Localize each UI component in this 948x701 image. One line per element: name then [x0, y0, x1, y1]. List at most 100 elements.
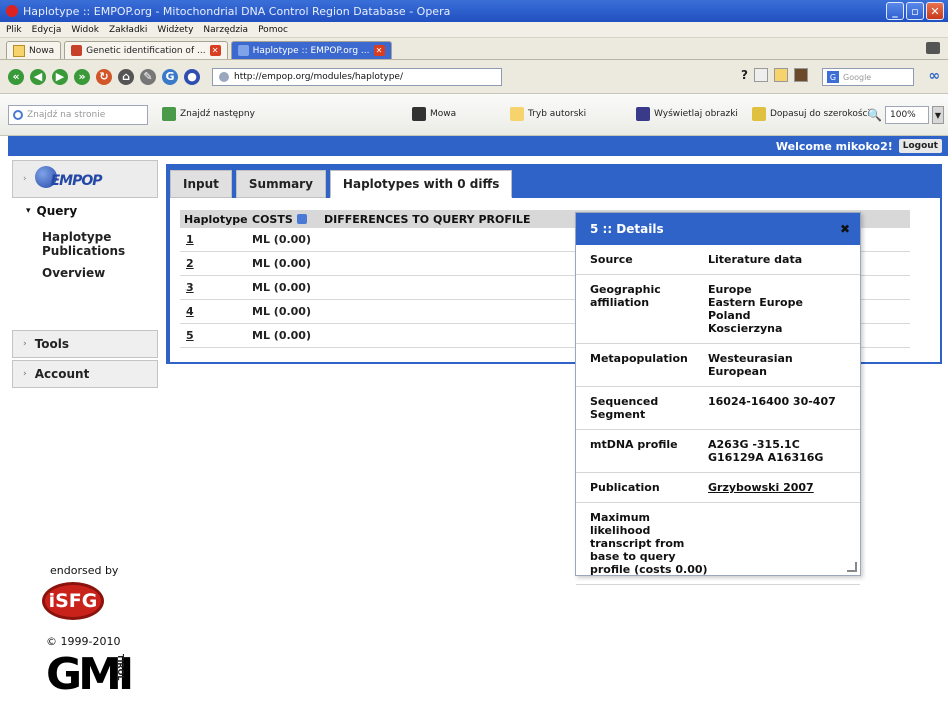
search-input[interactable]: G Google: [822, 68, 914, 86]
haplotype-link[interactable]: 2: [180, 257, 252, 270]
home-icon[interactable]: ⌂: [118, 68, 134, 85]
details-value: Literature data: [708, 253, 803, 266]
sidebar-section-query[interactable]: ▾ Query: [12, 204, 158, 218]
speech-button[interactable]: Mowa: [412, 107, 456, 121]
minimize-button[interactable]: _: [886, 2, 904, 20]
sidebar-item-account[interactable]: › Account: [12, 360, 158, 388]
sidebar-item-tools[interactable]: › Tools: [12, 330, 158, 358]
maximize-button[interactable]: ▫: [906, 2, 924, 20]
copyright-text: © 1999-2010: [46, 635, 121, 648]
menu-item-file[interactable]: Plik: [6, 25, 22, 35]
pen-icon[interactable]: ✎: [140, 68, 156, 85]
browser-tab-genetic[interactable]: Genetic identification of ... ✕: [64, 41, 228, 59]
close-window-button[interactable]: ✕: [926, 2, 944, 20]
globe-icon: [219, 71, 229, 82]
endorsed-text: endorsed by: [50, 564, 119, 577]
details-header[interactable]: 5 :: Details ✖: [576, 213, 860, 245]
tab-input[interactable]: Input: [170, 170, 232, 198]
menu-item-edit[interactable]: Edycja: [32, 25, 62, 35]
back-icon[interactable]: ◀: [30, 68, 46, 85]
find-input[interactable]: Znajdź na stronie: [8, 104, 148, 125]
zoom-select[interactable]: 100%: [885, 106, 929, 124]
reload-icon[interactable]: ↻: [96, 68, 112, 85]
zoom-icon: 🔍: [867, 108, 882, 122]
haplotype-link[interactable]: 4: [180, 305, 252, 318]
haplotype-link[interactable]: 3: [180, 281, 252, 294]
cost-value: ML (0.00): [252, 329, 311, 342]
address-toolbar: « ◀ ▶ » ↻ ⌂ ✎ G ● http://empop.org/modul…: [0, 60, 948, 94]
header-haplotype[interactable]: Haplotype: [180, 213, 252, 226]
address-input[interactable]: http://empop.org/modules/haplotype/: [212, 67, 502, 86]
menu-item-tools[interactable]: Narzędzia: [203, 25, 248, 35]
logout-button[interactable]: Logout: [898, 139, 942, 153]
window-title: Haplotype :: EMPOP.org - Mitochondrial D…: [23, 4, 451, 18]
window-controls: _ ▫ ✕: [886, 2, 944, 20]
sidebar-item-overview[interactable]: Overview: [12, 266, 158, 280]
find-next-button[interactable]: Znajdź następny: [162, 107, 255, 121]
help-icon[interactable]: ?: [741, 68, 748, 82]
show-images-label: Wyświetlaj obrazki: [654, 109, 738, 119]
welcome-text: Welcome mikoko2!: [775, 139, 893, 153]
sidebar-query-label: Query: [36, 204, 78, 218]
menu-item-view[interactable]: Widok: [71, 25, 99, 35]
details-key: Source: [590, 253, 633, 266]
wand-icon[interactable]: G: [162, 68, 178, 85]
header-differences: DIFFERENCES TO QUERY PROFILE: [324, 212, 531, 226]
notes-icon[interactable]: [774, 68, 788, 82]
rewind-icon[interactable]: «: [8, 68, 24, 85]
zoom-control: 🔍 100% ▼: [867, 106, 944, 124]
fast-forward-icon[interactable]: »: [74, 68, 90, 85]
sidebar: › EMPOP ▾ Query Haplotype Publications O…: [12, 160, 158, 388]
sidebar-item-haplotype[interactable]: Haplotype: [12, 230, 158, 244]
tab-summary[interactable]: Summary: [235, 170, 326, 198]
tab-haplotypes-0-diffs[interactable]: Haplotypes with 0 diffs: [329, 170, 513, 198]
sort-icon[interactable]: [296, 214, 307, 224]
menu-item-bookmarks[interactable]: Zakładki: [109, 25, 147, 35]
close-tab-icon[interactable]: ✕: [209, 45, 221, 56]
find-next-icon: [162, 107, 176, 121]
menu-item-help[interactable]: Pomoc: [258, 25, 288, 35]
author-mode-button[interactable]: Tryb autorski: [510, 107, 586, 121]
browser-tab-haplotype[interactable]: Haplotype :: EMPOP.org ... ✕: [230, 41, 392, 59]
menu-item-widgets[interactable]: Widżety: [157, 25, 193, 35]
gmi-logo[interactable]: GMI TIROL: [46, 650, 134, 700]
details-value: A263G -315.1C G16129A A16316G: [708, 438, 824, 464]
show-images-button[interactable]: Wyświetlaj obrazki: [636, 107, 738, 121]
close-icon[interactable]: ✖: [840, 222, 850, 236]
page-favicon-icon: [71, 45, 83, 56]
details-value: [708, 511, 848, 576]
sidebar-logo-box[interactable]: › EMPOP: [12, 160, 158, 198]
trash-icon[interactable]: [754, 68, 768, 82]
resize-handle-icon[interactable]: [847, 562, 857, 572]
browser-tab-label: Genetic identification of ...: [86, 45, 206, 56]
close-tab-icon[interactable]: ✕: [373, 45, 385, 56]
opera-link-icon[interactable]: ●: [184, 68, 200, 85]
cost-value: ML (0.00): [252, 233, 311, 246]
cost-value: ML (0.00): [252, 281, 311, 294]
new-tab-button[interactable]: Nowa: [6, 41, 62, 59]
new-tab-label: Nowa: [29, 45, 55, 56]
fit-width-icon: [752, 107, 766, 121]
chevron-down-icon: ▾: [26, 206, 31, 216]
details-key: Maximum likelihood transcript from base …: [590, 511, 708, 576]
zoom-glasses-icon[interactable]: ∞: [928, 68, 940, 84]
tab-menu-icon[interactable]: [926, 42, 940, 54]
fit-width-button[interactable]: Dopasuj do szerokości: [752, 107, 870, 121]
speech-icon: [412, 107, 426, 121]
details-value: 16024-16400 30-407: [708, 395, 836, 408]
sidebar-account-label: Account: [34, 367, 90, 381]
google-icon: G: [827, 71, 839, 83]
gmi-vertical-text: TIROL: [116, 654, 125, 681]
panel-icon[interactable]: [794, 68, 808, 82]
haplotype-link[interactable]: 1: [180, 233, 252, 246]
isfg-logo[interactable]: iSFG: [42, 582, 104, 620]
header-costs[interactable]: COSTS: [252, 213, 324, 226]
sidebar-item-publications[interactable]: Publications: [12, 244, 158, 258]
publication-link[interactable]: Grzybowski 2007: [708, 481, 848, 494]
forward-icon[interactable]: ▶: [52, 68, 68, 85]
haplotype-link[interactable]: 5: [180, 329, 252, 342]
browser-tab-bar: Nowa Genetic identification of ... ✕ Hap…: [0, 38, 948, 60]
author-mode-label: Tryb autorski: [528, 109, 587, 119]
chevron-down-icon[interactable]: ▼: [932, 106, 944, 124]
details-key: Sequenced Segment: [590, 395, 659, 421]
